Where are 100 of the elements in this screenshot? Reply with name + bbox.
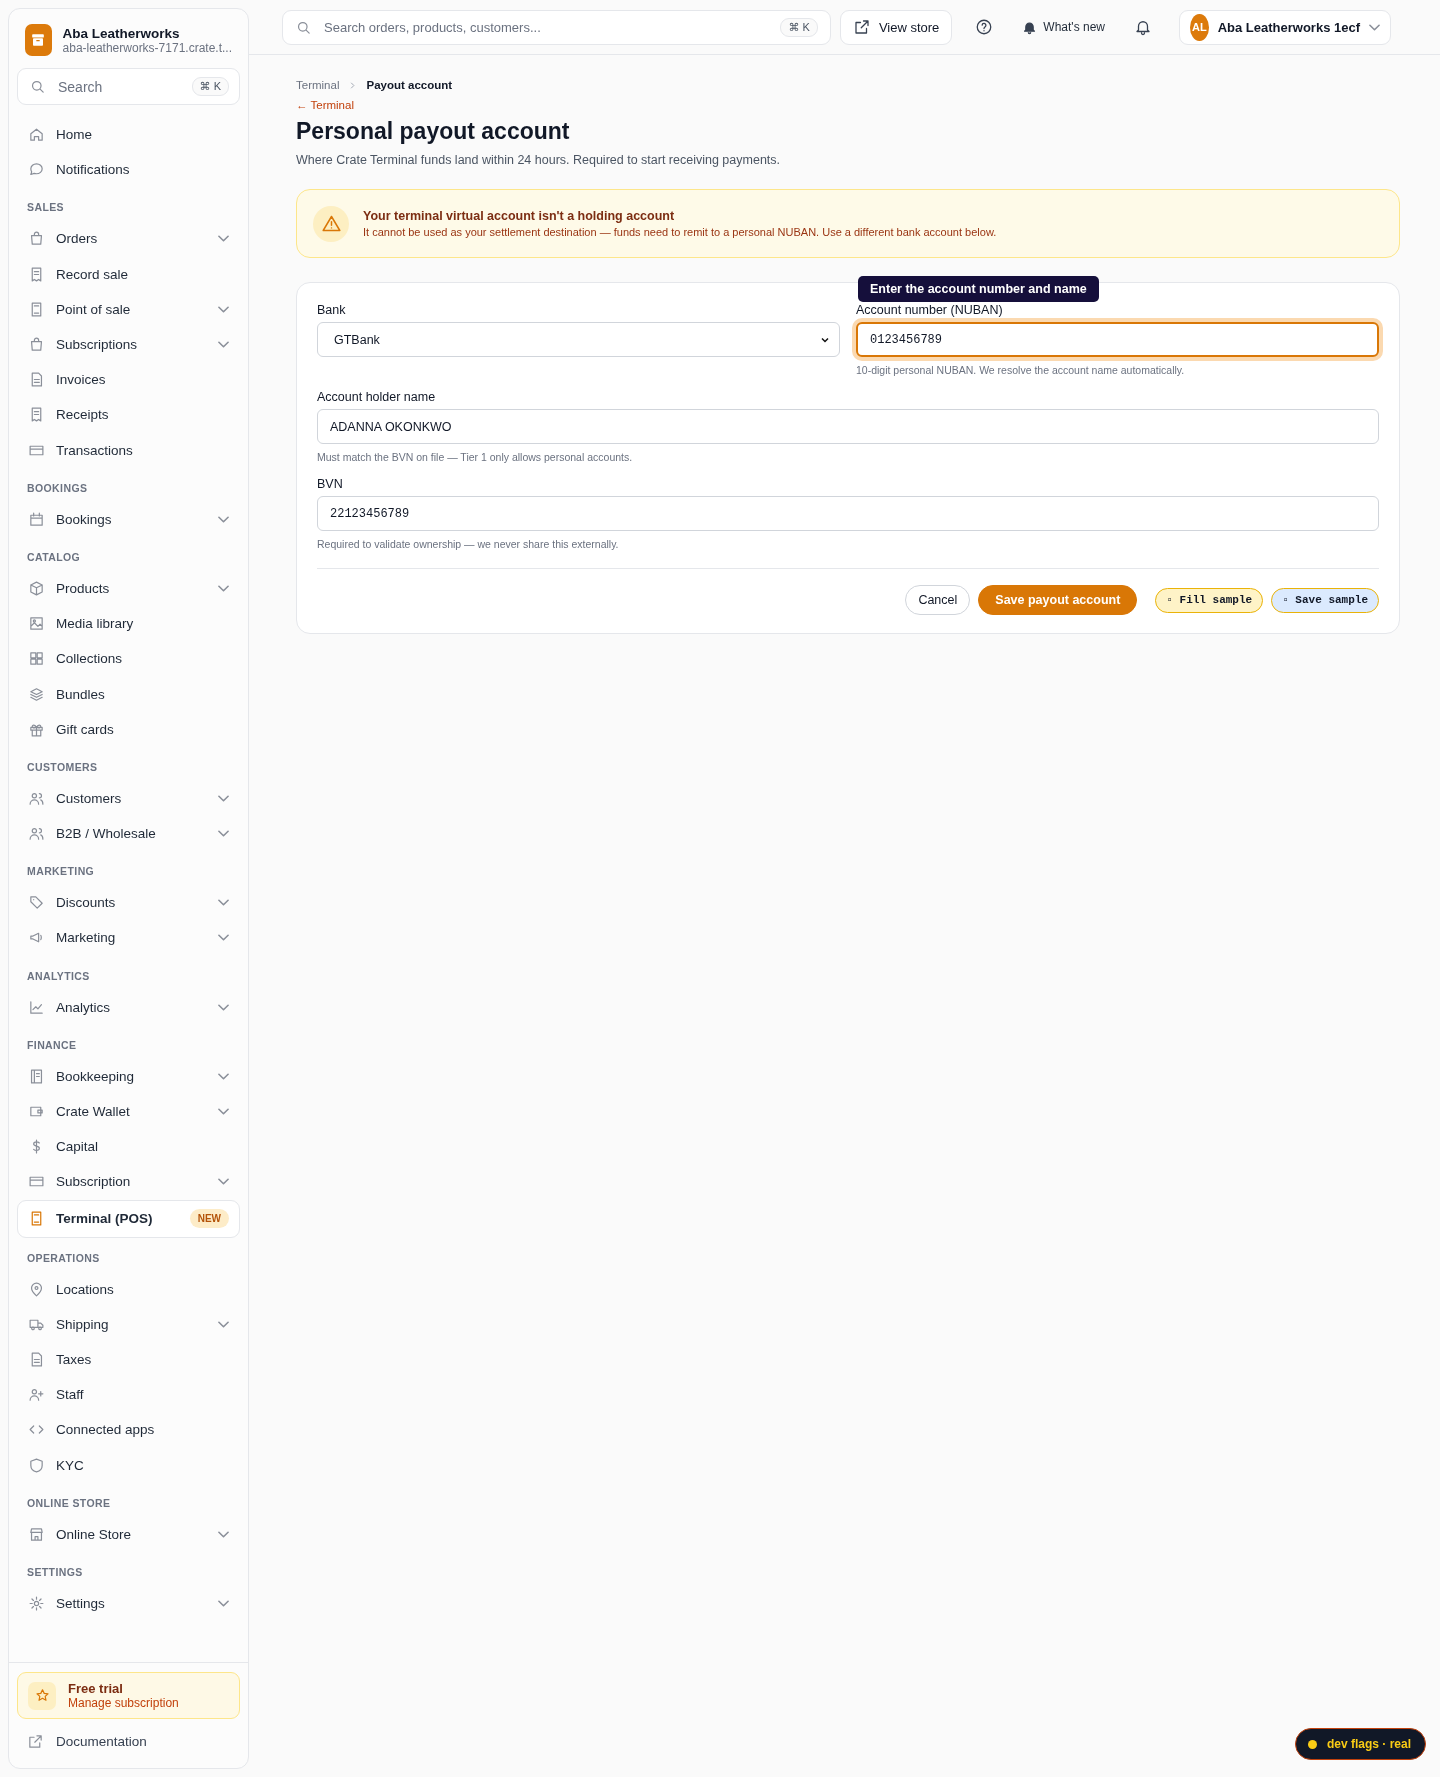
- nav-item[interactable]: Products: [17, 570, 240, 607]
- grid-icon: [28, 650, 45, 668]
- search-field[interactable]: Search ⌘ K: [17, 68, 240, 105]
- image-icon: [28, 615, 45, 633]
- nav-item[interactable]: Subscriptions: [17, 326, 240, 363]
- manage-link[interactable]: Manage subscription: [68, 1696, 179, 1710]
- nav-item[interactable]: Point of sale: [17, 291, 240, 327]
- nav-item[interactable]: Capital: [17, 1129, 240, 1165]
- section-heading: ONLINE STORE: [26, 1495, 112, 1511]
- nav-item[interactable]: Terminal (POS) NEW: [17, 1199, 240, 1238]
- nav-item[interactable]: Bookings: [17, 501, 240, 537]
- nav-item[interactable]: Marketing: [17, 920, 240, 956]
- page-title: Personal payout account: [296, 118, 571, 145]
- input-field[interactable]: ADANNA OKONKWO: [317, 409, 1379, 444]
- account-menu[interactable]: AL Aba Leatherworks 1ecf: [1179, 9, 1391, 45]
- nav-item[interactable]: Bookkeeping: [17, 1058, 240, 1094]
- line-chart-icon: [28, 998, 45, 1016]
- helper-text: Required to validate ownership — we never share this externally.: [317, 538, 620, 550]
- section-heading: MARKETING: [26, 864, 96, 880]
- bell-icon: [1134, 18, 1152, 36]
- breadcrumb-link[interactable]: Terminal: [296, 79, 340, 91]
- chevron-down-icon: [1369, 23, 1380, 31]
- nav-item[interactable]: Crate Wallet: [17, 1093, 240, 1130]
- nav-item[interactable]: Invoices: [17, 362, 240, 398]
- section-heading: SALES: [26, 200, 65, 216]
- section-heading: CATALOG: [26, 549, 82, 565]
- whats-new-button[interactable]: What's new: [1016, 13, 1111, 41]
- cancel-button[interactable]: Cancel: [905, 585, 971, 615]
- nav-item[interactable]: Collections: [17, 641, 240, 677]
- documentation-link[interactable]: Documentation: [17, 1719, 240, 1758]
- nav-item[interactable]: Analytics: [17, 989, 240, 1025]
- nav-item[interactable]: Customers: [17, 780, 240, 816]
- section-heading: ANALYTICS: [26, 968, 91, 984]
- section-heading: OPERATIONS: [26, 1250, 101, 1266]
- nav-item[interactable]: B2B / Wholesale: [17, 816, 240, 852]
- sample-button[interactable]: ▫ Fill sample: [1155, 587, 1264, 613]
- section-heading: BOOKINGS: [26, 480, 89, 496]
- back-link[interactable]: ← Terminal: [296, 99, 354, 111]
- nav-item[interactable]: Bundles: [17, 676, 240, 712]
- new-badge: NEW: [189, 1209, 229, 1228]
- field-label: Account holder name: [317, 390, 437, 404]
- cube-icon: [28, 579, 45, 597]
- nav-item[interactable]: Settings: [17, 1585, 240, 1621]
- avatar: AL: [1190, 13, 1209, 41]
- trial-card[interactable]: Free trial Manage subscription: [17, 1672, 240, 1719]
- nav-item[interactable]: Gift cards: [17, 711, 240, 747]
- field-label: BVN: [317, 477, 344, 491]
- stack-icon: [28, 685, 45, 703]
- warning-title: Your terminal virtual account isn't a holding account: [363, 209, 676, 223]
- nav-item[interactable]: Staff: [17, 1377, 240, 1413]
- trial-title: Free trial: [68, 1681, 124, 1696]
- store-url: aba-leatherworks-7171.crate.t...: [62, 40, 232, 55]
- nav-item[interactable]: Receipts: [17, 397, 240, 433]
- tooltip: Enter the account number and name: [858, 276, 1099, 302]
- search-input[interactable]: Search: [56, 77, 182, 96]
- store-icon: [28, 1525, 45, 1543]
- nav-item[interactable]: Locations: [17, 1271, 240, 1307]
- input-field[interactable]: 22123456789: [317, 496, 1379, 531]
- search-field[interactable]: Search orders, products, customers... ⌘ K: [282, 9, 831, 45]
- input-field[interactable]: 0123456789: [856, 322, 1379, 357]
- helper-text: 10-digit personal NUBAN. We resolve the account name automatically.: [856, 364, 1186, 376]
- shortcut-hint: ⌘ K: [191, 77, 229, 96]
- sample-button[interactable]: ▫ Save sample: [1271, 587, 1379, 613]
- nav-item[interactable]: Media library: [17, 606, 240, 642]
- nav-item[interactable]: Orders: [17, 221, 240, 257]
- warning-icon: [320, 213, 342, 234]
- bag-icon: [28, 230, 45, 248]
- shield-icon: [28, 1456, 45, 1474]
- calendar-icon: [28, 510, 45, 528]
- bell-icon: [1022, 19, 1038, 35]
- page-subtitle: Where Crate Terminal funds land within 24 hours. Required to start receiving payments.: [296, 153, 782, 167]
- nav-item[interactable]: Online Store: [17, 1516, 240, 1552]
- tag-icon: [28, 894, 45, 912]
- field-label: Bank: [317, 303, 347, 317]
- nav-item[interactable]: Record sale: [17, 256, 240, 292]
- helper-text: Must match the BVN on file — Tier 1 only allows personal accounts.: [317, 451, 634, 463]
- nav-item[interactable]: Discounts: [17, 885, 240, 921]
- nav-item[interactable]: Connected apps: [17, 1412, 240, 1448]
- nav-item[interactable]: Subscription: [17, 1164, 240, 1200]
- dev-flags-badge[interactable]: dev flags · real: [1294, 1728, 1426, 1760]
- shortcut-hint: ⌘ K: [780, 17, 818, 37]
- field-label: Account number (NUBAN): [856, 303, 1004, 317]
- person-plus-icon: [28, 1386, 45, 1404]
- search-input[interactable]: Search orders, products, customers...: [322, 18, 771, 36]
- external-link-icon: [27, 1733, 44, 1750]
- nav-item[interactable]: Shipping: [17, 1306, 240, 1342]
- settings-icon: [28, 1594, 45, 1612]
- section-heading: SETTINGS: [26, 1564, 84, 1580]
- nav-item[interactable]: Notifications: [17, 152, 240, 188]
- view-store-button[interactable]: View store: [839, 9, 953, 45]
- location-pin-icon: [28, 1280, 45, 1298]
- house-icon: [28, 126, 45, 144]
- nav-item[interactable]: Home: [17, 117, 240, 153]
- section-heading: CUSTOMERS: [26, 759, 99, 775]
- nav-item[interactable]: Taxes: [17, 1341, 240, 1378]
- nav-item[interactable]: Transactions: [17, 432, 240, 468]
- bank-dropdown[interactable]: GTBank: [317, 322, 840, 357]
- warning-message: It cannot be used as your settlement destination — funds need to remit to a personal NUBAN. Use a different bank account below.: [363, 226, 997, 238]
- nav-item[interactable]: KYC: [17, 1447, 240, 1483]
- ledger-icon: [28, 1067, 45, 1085]
